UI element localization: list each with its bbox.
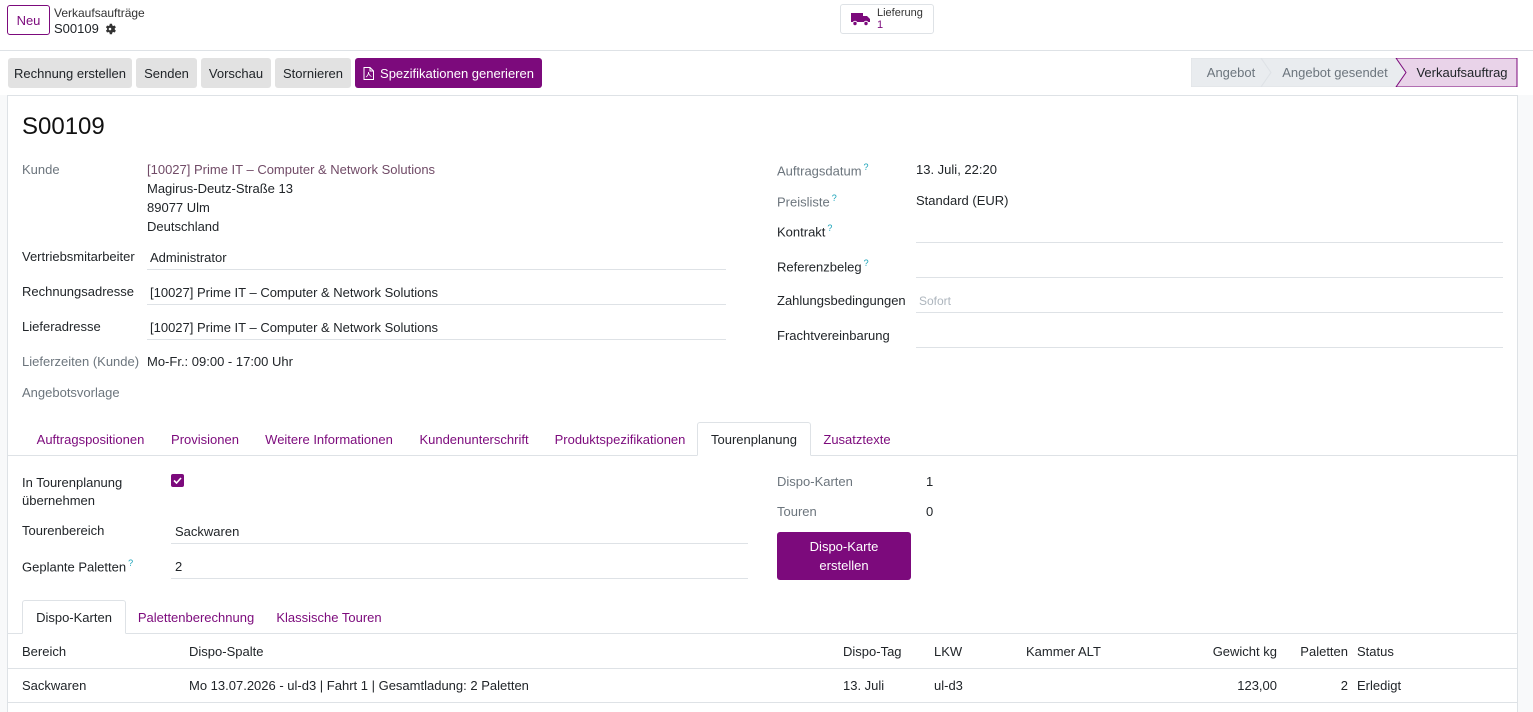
subtab-pallet-calc[interactable]: Palettenberechnung bbox=[128, 600, 264, 634]
header-divider bbox=[8, 668, 1518, 669]
planned-pallets-field[interactable]: 2 bbox=[171, 559, 748, 579]
tour-area-field[interactable]: Sackwaren bbox=[171, 524, 748, 544]
freight-field[interactable] bbox=[916, 328, 1503, 348]
breadcrumb-current-label: S00109 bbox=[54, 21, 99, 36]
tour-area-value: Sackwaren bbox=[175, 524, 240, 539]
tab-more-info[interactable]: Weitere Informationen bbox=[253, 422, 405, 456]
customer-city: 89077 Ulm bbox=[147, 200, 210, 215]
column-header[interactable]: Kammer ALT bbox=[1026, 644, 1101, 659]
customer-label: Kunde bbox=[22, 162, 60, 177]
table-cell-pallets[interactable]: 2 bbox=[1298, 678, 1348, 693]
column-header[interactable]: Dispo-Spalte bbox=[189, 644, 263, 659]
tour-area-label: Tourenbereich bbox=[22, 523, 105, 538]
generate-specs-label: Spezifikationen generieren bbox=[380, 65, 534, 81]
salesperson-field[interactable]: Administrator bbox=[147, 250, 726, 270]
tab-commissions[interactable]: Provisionen bbox=[159, 422, 251, 456]
order-date-label: Auftragsdatum? bbox=[777, 162, 869, 179]
tours-label: Touren bbox=[777, 504, 817, 519]
table-cell-weight[interactable]: 123,00 bbox=[1196, 678, 1277, 693]
record-title: S00109 bbox=[22, 113, 105, 140]
customer-street: Magirus-Deutz-Straße 13 bbox=[147, 181, 293, 196]
check-icon bbox=[173, 477, 182, 484]
salesperson-label: Vertriebsmitarbeiter bbox=[22, 249, 135, 264]
delivery-address-field[interactable]: [10027] Prime IT – Computer & Network So… bbox=[147, 320, 726, 340]
delivery-address-value: [10027] Prime IT – Computer & Network So… bbox=[150, 320, 439, 335]
reference-label: Referenzbeleg? bbox=[777, 258, 869, 275]
subtab-dispo-cards[interactable]: Dispo-Karten bbox=[22, 600, 126, 634]
help-icon[interactable]: ? bbox=[832, 193, 837, 203]
new-button[interactable]: Neu bbox=[7, 5, 50, 35]
column-header[interactable]: LKW bbox=[934, 644, 962, 659]
table-cell-truck[interactable]: ul-d3 bbox=[934, 678, 963, 693]
create-dispo-card-button[interactable]: Dispo-Karte erstellen bbox=[777, 532, 911, 580]
reference-field[interactable] bbox=[916, 258, 1503, 278]
status-quotation-sent[interactable]: Angebot gesendet bbox=[1271, 58, 1399, 87]
tab-additional-texts[interactable]: Zusatztexte bbox=[812, 422, 902, 456]
delivery-times-value: Mo-Fr.: 09:00 - 17:00 Uhr bbox=[147, 354, 293, 369]
column-header[interactable]: Dispo-Tag bbox=[843, 644, 902, 659]
salesperson-value: Administrator bbox=[150, 250, 227, 265]
table-cell-area[interactable]: Sackwaren bbox=[22, 678, 86, 693]
payment-terms-placeholder: Sofort bbox=[919, 294, 952, 308]
order-date-value: 13. Juli, 22:20 bbox=[916, 162, 997, 177]
in-planning-checkbox[interactable] bbox=[171, 474, 184, 487]
quote-template-label: Angebotsvorlage bbox=[22, 385, 120, 400]
dispo-cards-label: Dispo-Karten bbox=[777, 474, 853, 489]
payment-terms-field[interactable]: Sofort bbox=[916, 293, 1503, 313]
column-header[interactable]: Bereich bbox=[22, 644, 66, 659]
invoice-address-field[interactable]: [10027] Prime IT – Computer & Network So… bbox=[147, 285, 726, 305]
status-sales-order[interactable]: Verkaufsauftrag bbox=[1406, 58, 1518, 87]
delivery-times-label: Lieferzeiten (Kunde) bbox=[22, 354, 140, 369]
delivery-smart-button[interactable]: Lieferung 1 bbox=[840, 4, 934, 34]
planned-pallets-value: 2 bbox=[175, 559, 183, 574]
send-button[interactable]: Senden bbox=[136, 58, 197, 88]
status-quotation[interactable]: Angebot bbox=[1191, 58, 1271, 87]
subtab-classic-tours[interactable]: Klassische Touren bbox=[266, 600, 392, 634]
pricelist-label: Preisliste? bbox=[777, 193, 837, 210]
cancel-order-button[interactable]: Stornieren bbox=[275, 58, 351, 88]
delivery-address-label: Lieferadresse bbox=[22, 319, 101, 334]
control-panel bbox=[0, 0, 1533, 51]
breadcrumb-parent[interactable]: Verkaufsaufträge bbox=[54, 6, 145, 20]
tab-order-lines[interactable]: Auftragspositionen bbox=[24, 422, 157, 456]
contract-field[interactable] bbox=[916, 223, 1503, 243]
tab-product-specs[interactable]: Produktspezifikationen bbox=[543, 422, 697, 456]
row-divider bbox=[8, 702, 1518, 703]
create-invoice-button[interactable]: Rechnung erstellen bbox=[8, 58, 132, 88]
invoice-address-label: Rechnungsadresse bbox=[22, 284, 135, 299]
help-icon[interactable]: ? bbox=[864, 162, 869, 172]
column-header[interactable]: Paletten bbox=[1298, 644, 1348, 659]
pdf-file-icon bbox=[363, 66, 375, 80]
freight-label: Frachtvereinbarung bbox=[777, 328, 890, 343]
in-planning-label: In Tourenplanung übernehmen bbox=[22, 475, 123, 508]
help-icon[interactable]: ? bbox=[864, 258, 869, 268]
planned-pallets-label: Geplante Paletten? bbox=[22, 558, 134, 575]
gear-icon[interactable] bbox=[104, 23, 116, 35]
contract-label: Kontrakt? bbox=[777, 223, 833, 240]
breadcrumb-current: S00109 bbox=[54, 21, 116, 36]
preview-button[interactable]: Vorschau bbox=[201, 58, 271, 88]
smart-button-value: 1 bbox=[877, 19, 884, 31]
table-cell-dispo-column[interactable]: Mo 13.07.2026 - ul-d3 | Fahrt 1 | Gesamt… bbox=[189, 678, 529, 693]
column-header[interactable]: Gewicht kg bbox=[1196, 644, 1277, 659]
table-cell-status[interactable]: Erledigt bbox=[1357, 678, 1401, 693]
payment-terms-label: Zahlungsbedingungen bbox=[777, 293, 906, 308]
truck-icon bbox=[851, 13, 870, 26]
tab-tour-planning[interactable]: Tourenplanung bbox=[697, 422, 811, 456]
tab-customer-signature[interactable]: Kundenunterschrift bbox=[407, 422, 541, 456]
help-icon[interactable]: ? bbox=[827, 223, 832, 233]
customer-link[interactable]: [10027] Prime IT – Computer & Network So… bbox=[147, 162, 435, 177]
column-header[interactable]: Status bbox=[1357, 644, 1394, 659]
dispo-cards-value: 1 bbox=[926, 474, 934, 489]
table-cell-dispo-day[interactable]: 13. Juli bbox=[843, 678, 884, 693]
customer-country: Deutschland bbox=[147, 219, 220, 234]
tours-value: 0 bbox=[926, 504, 934, 519]
generate-specs-button[interactable]: Spezifikationen generieren bbox=[355, 58, 542, 88]
smart-button-label: Lieferung bbox=[877, 7, 923, 19]
pricelist-value: Standard (EUR) bbox=[916, 193, 1009, 208]
invoice-address-value: [10027] Prime IT – Computer & Network So… bbox=[150, 285, 439, 300]
help-icon[interactable]: ? bbox=[128, 558, 133, 568]
